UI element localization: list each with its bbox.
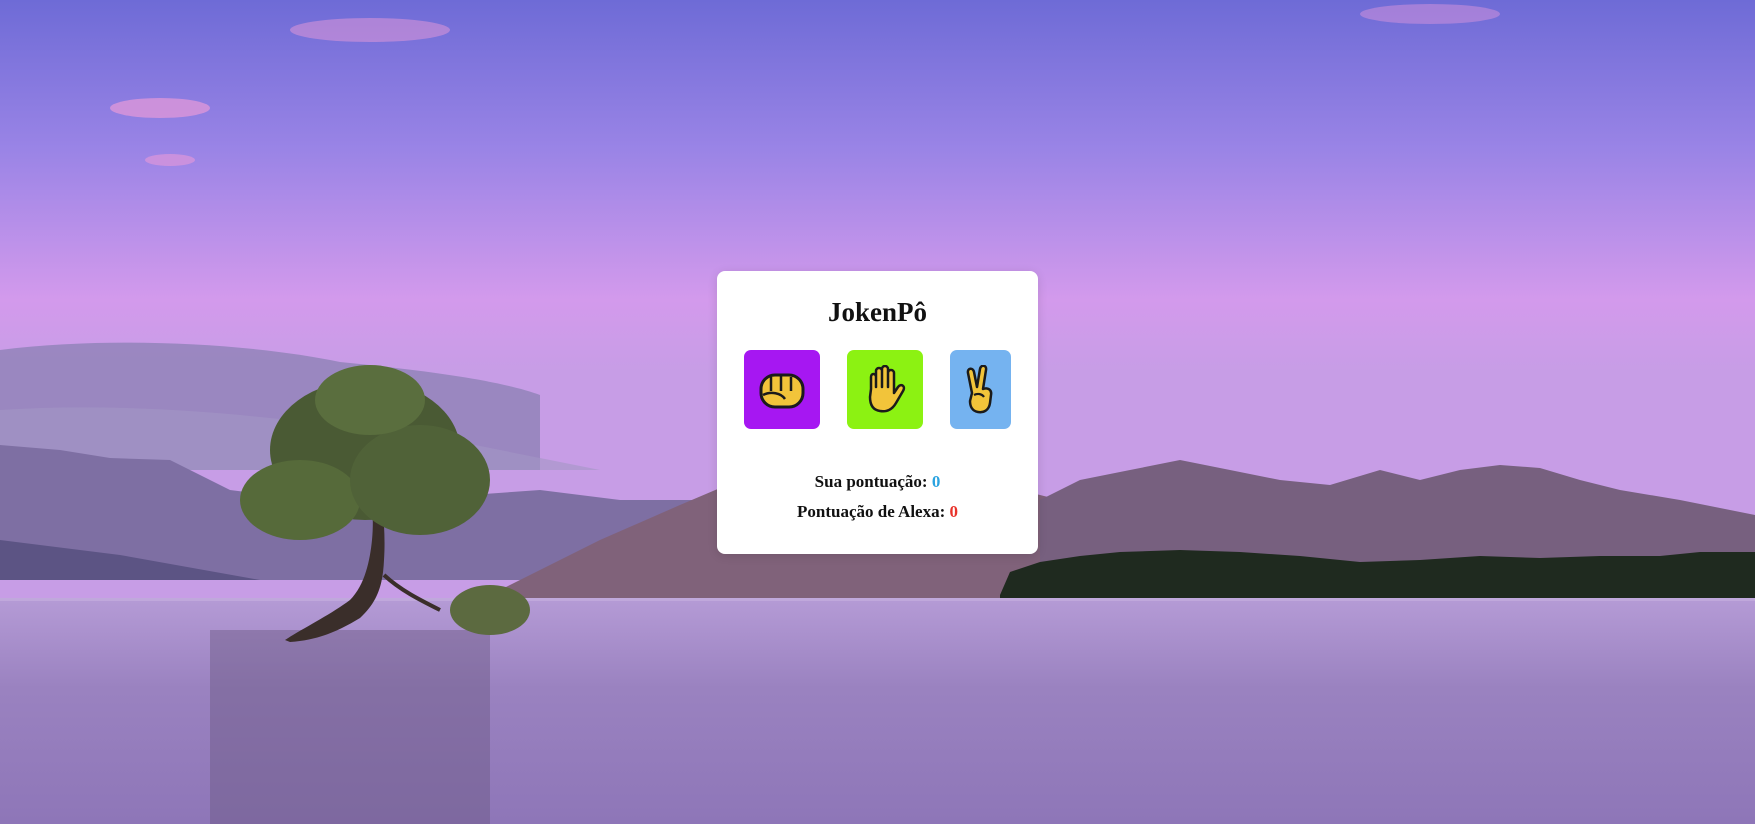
scissors-button[interactable] (950, 350, 1011, 429)
game-title: JokenPô (827, 297, 927, 327)
paper-button[interactable] (847, 350, 923, 429)
alexa-score-value: 0 (949, 502, 959, 521)
user-score-value: 0 (931, 472, 941, 491)
user-score-label: Sua pontuação: (814, 472, 928, 491)
game-card: JokenPô Sua pontuação: 0 Pontuação de Al… (717, 271, 1038, 554)
alexa-score: Pontuação de Alexa: 0 (717, 502, 1038, 522)
fist-icon (759, 373, 805, 408)
victory-hand-icon (966, 364, 992, 413)
alexa-score-label: Pontuação de Alexa: (796, 502, 946, 521)
rock-button[interactable] (744, 350, 820, 429)
raised-hand-icon (868, 364, 906, 412)
user-score: Sua pontuação: 0 (717, 472, 1038, 492)
